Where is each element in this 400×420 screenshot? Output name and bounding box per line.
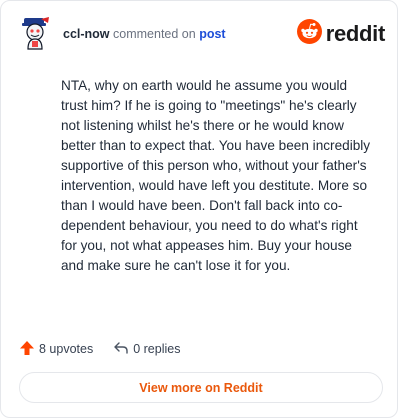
upvotes-count: 8 upvotes	[39, 342, 94, 356]
comment-meta: ccl-now commented on post	[63, 27, 226, 41]
action-text: commented on	[113, 27, 196, 41]
reply-arrow-icon	[113, 340, 129, 359]
reddit-wordmark: reddit	[325, 21, 386, 46]
reddit-brand[interactable]: reddit	[296, 19, 386, 49]
upvote-arrow-icon	[19, 340, 35, 359]
view-more-button[interactable]: View more on Reddit	[19, 372, 383, 403]
comment-body: NTA, why on earth would he assume you wo…	[61, 78, 371, 273]
comment-header: ccl-now commented on post reddit	[19, 15, 385, 53]
username-link[interactable]: ccl-now	[63, 27, 110, 41]
replies-stat[interactable]: 0 replies	[113, 340, 180, 359]
upvotes-stat[interactable]: 8 upvotes	[19, 340, 93, 359]
comment-embed-card: ccl-now commented on post reddit NTA, wh…	[0, 0, 398, 418]
reddit-logo-icon	[296, 19, 322, 49]
post-link[interactable]: post	[199, 27, 225, 41]
replies-count: 0 replies	[133, 342, 181, 356]
snoo-avatar-icon[interactable]	[19, 17, 53, 51]
comment-stats: 8 upvotes 0 replies	[19, 339, 200, 359]
